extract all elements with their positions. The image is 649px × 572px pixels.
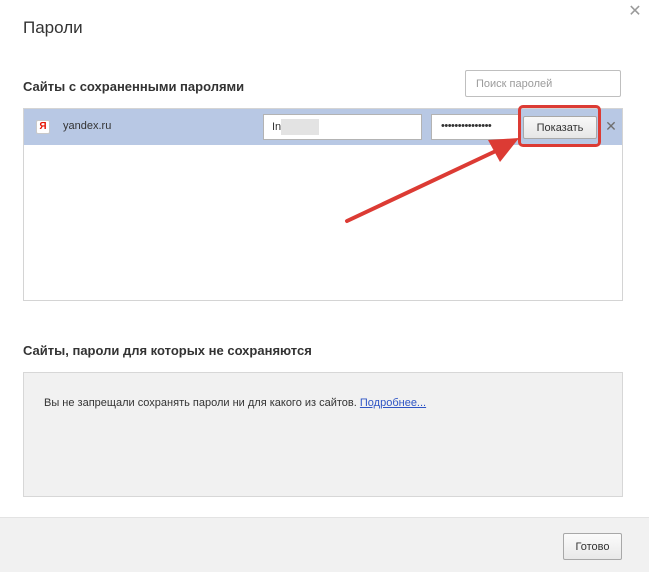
password-search-input[interactable]	[465, 70, 621, 97]
excluded-message: Вы не запрещали сохранять пароли ни для …	[44, 397, 426, 409]
password-row[interactable]: Я yandex.ru In ••••••••••••••• Показать …	[24, 109, 622, 145]
site-name: yandex.ru	[63, 120, 112, 132]
dialog-title: Пароли	[23, 18, 83, 37]
excluded-message-text: Вы не запрещали сохранять пароли ни для …	[44, 397, 357, 409]
login-redaction	[281, 119, 319, 135]
password-field[interactable]: •••••••••••••••	[431, 114, 519, 140]
excluded-sites-list: Вы не запрещали сохранять пароли ни для …	[23, 372, 623, 497]
passwords-dialog: Пароли ✕ Сайты с сохраненными паролями Я…	[0, 0, 649, 572]
saved-passwords-heading: Сайты с сохраненными паролями	[23, 79, 245, 94]
login-field[interactable]: In	[263, 114, 422, 140]
yandex-favicon-icon: Я	[36, 120, 50, 134]
done-button[interactable]: Готово	[563, 533, 622, 560]
dialog-footer: Готово	[0, 517, 649, 572]
learn-more-link[interactable]: Подробнее...	[360, 397, 426, 409]
saved-passwords-list: Я yandex.ru In ••••••••••••••• Показать …	[23, 108, 623, 301]
remove-icon[interactable]: ✕	[604, 119, 618, 133]
login-value: In	[272, 121, 282, 133]
close-icon[interactable]: ✕	[627, 4, 643, 20]
excluded-sites-heading: Сайты, пароли для которых не сохраняются	[23, 343, 312, 358]
show-password-button[interactable]: Показать	[523, 116, 597, 139]
